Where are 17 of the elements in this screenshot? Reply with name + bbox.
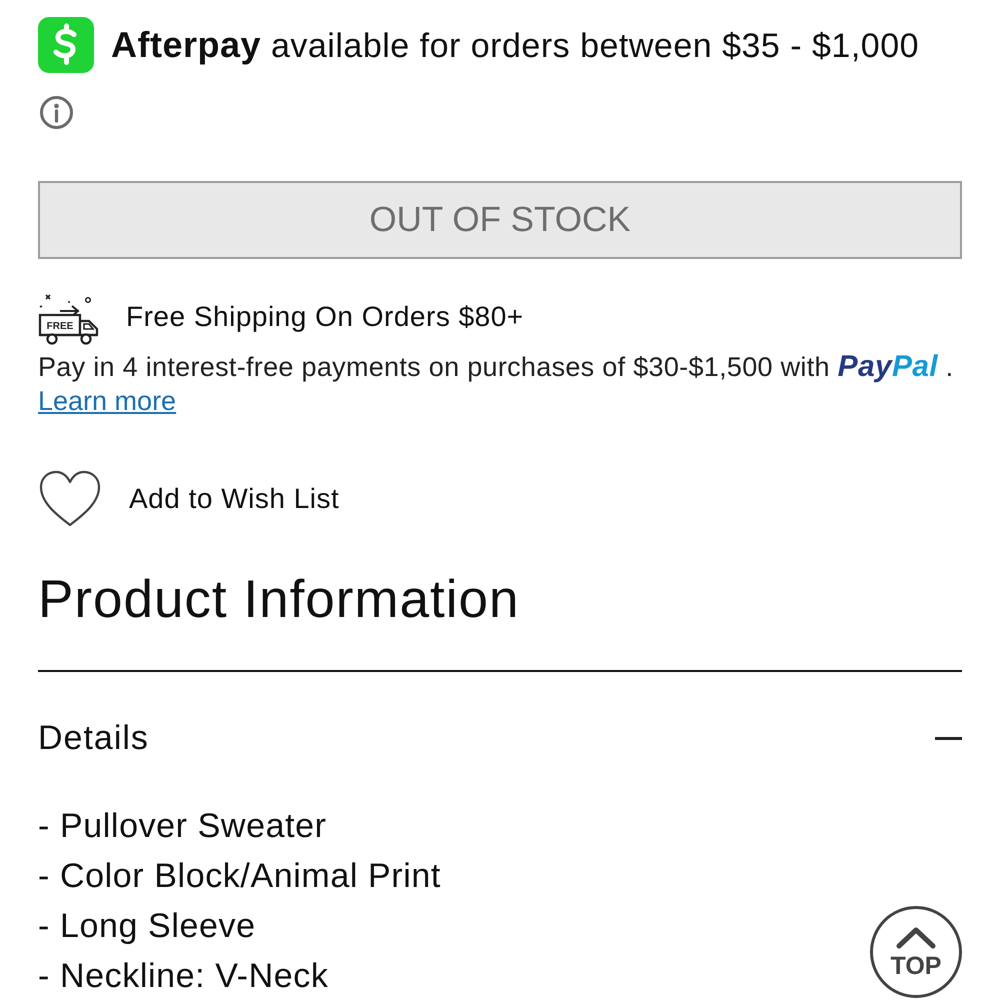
detail-list-item: - Color Block/Animal Print <box>38 857 441 895</box>
afterpay-availability-text: Afterpay available for orders between $35 - $1,000 <box>111 24 920 66</box>
info-icon[interactable] <box>40 96 73 129</box>
detail-list-item: - Long Sleeve <box>38 907 256 945</box>
back-to-top-button[interactable]: TOP <box>870 906 962 998</box>
learn-more-link[interactable]: Learn more <box>38 386 176 416</box>
chevron-up-icon <box>896 927 936 949</box>
product-information-heading: Product Information <box>38 572 520 628</box>
detail-list-item: - Pullover Sweater <box>38 807 327 845</box>
detail-list-item: - Neckline: V-Neck <box>38 957 328 995</box>
paypal-installments-text: Pay in 4 interest-free payments on purchases of $30-$1,500 with PayPal . <box>38 350 954 384</box>
add-to-wish-list-link[interactable]: Add to Wish List <box>129 482 340 516</box>
free-shipping-text: Free Shipping On Orders $80+ <box>126 300 524 334</box>
heart-icon[interactable] <box>38 469 102 528</box>
dollar-sign-icon <box>38 17 94 73</box>
minus-icon[interactable] <box>935 736 962 740</box>
details-section-title: Details <box>38 720 149 756</box>
